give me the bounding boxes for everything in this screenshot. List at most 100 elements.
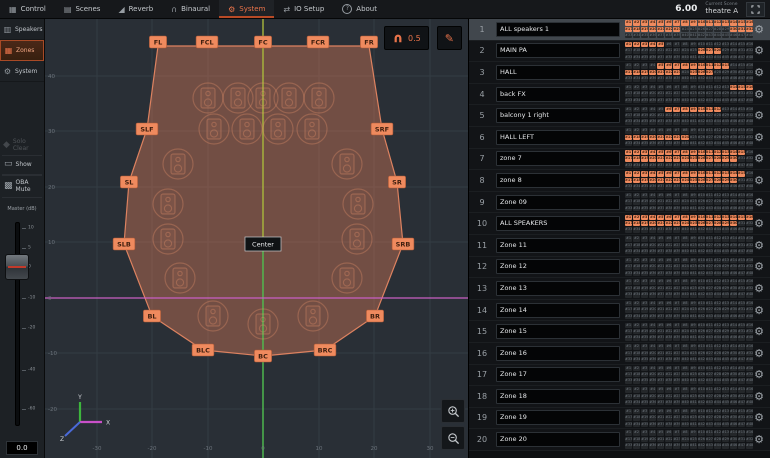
speaker-chip[interactable]: #20 <box>649 394 656 399</box>
speaker-chip[interactable]: #24 <box>681 156 688 161</box>
speaker-chip[interactable]: #17 <box>625 156 632 161</box>
speaker-chip[interactable]: #24 <box>681 199 688 204</box>
speaker-chip[interactable]: #9 <box>690 301 697 306</box>
speaker-chip[interactable]: #22 <box>665 437 672 442</box>
speaker-chip[interactable]: #31 <box>738 307 745 312</box>
speaker-chip[interactable]: #8 <box>681 236 688 241</box>
speaker-chip[interactable]: #2 <box>633 150 640 155</box>
speaker-map-canvas[interactable]: 403020100-10-20-30-20-100102030FLFCLFCFC… <box>45 19 468 458</box>
speaker-chip[interactable]: #20 <box>649 307 656 312</box>
speaker-label-bc[interactable]: BC <box>254 350 271 362</box>
speaker-chip[interactable]: #32 <box>746 372 753 377</box>
speaker-chip[interactable]: #45 <box>722 98 729 103</box>
speaker-chip[interactable]: #42 <box>698 141 705 146</box>
speaker-chip[interactable]: #30 <box>730 437 737 442</box>
speaker-chip[interactable]: #11 <box>706 215 713 220</box>
speaker-chip[interactable]: #33 <box>625 314 632 319</box>
speaker-chip[interactable]: #45 <box>722 443 729 448</box>
speaker-label-sr[interactable]: SR <box>388 176 405 188</box>
speaker-chip[interactable]: #1 <box>625 85 632 90</box>
speaker-chip[interactable]: #35 <box>641 141 648 146</box>
speaker-chip[interactable]: #15 <box>738 128 745 133</box>
speaker-chip[interactable]: #34 <box>633 163 640 168</box>
speaker-chip[interactable]: #9 <box>690 20 697 25</box>
speaker-chip[interactable]: #44 <box>714 335 721 340</box>
speaker-chip[interactable]: #28 <box>714 27 721 32</box>
speaker-chip[interactable]: #19 <box>641 372 648 377</box>
speaker-chip[interactable]: #31 <box>738 329 745 334</box>
speaker-chip[interactable]: #15 <box>738 323 745 328</box>
speaker-chip[interactable]: #24 <box>681 70 688 75</box>
speaker-chip[interactable]: #46 <box>730 443 737 448</box>
speaker-chip[interactable]: #30 <box>730 113 737 118</box>
speaker-chip[interactable]: #27 <box>706 437 713 442</box>
speaker-chip[interactable]: #45 <box>722 184 729 189</box>
speaker-chip[interactable]: #46 <box>730 227 737 232</box>
zone-name-input[interactable]: Zone 15 <box>496 324 620 339</box>
speaker-chip[interactable]: #29 <box>722 178 729 183</box>
zone-settings-gear[interactable]: ⚙ <box>754 348 764 359</box>
fullscreen-button[interactable] <box>746 2 765 17</box>
zone-row[interactable]: 20Zone 20#1#2#3#4#5#6#7#8#9#10#11#12#13#… <box>469 429 770 451</box>
speaker-chip[interactable]: #33 <box>625 119 632 124</box>
speaker-chip[interactable]: #11 <box>706 258 713 263</box>
speaker-chip[interactable]: #13 <box>722 430 729 435</box>
speaker-chip[interactable]: #28 <box>714 351 721 356</box>
speaker-chip[interactable]: #42 <box>698 163 705 168</box>
speaker-chip[interactable]: #14 <box>730 107 737 112</box>
speaker-chip[interactable]: #48 <box>746 119 753 124</box>
tab-reverb[interactable]: ◢Reverb <box>109 0 162 18</box>
speaker-chip[interactable]: #21 <box>657 307 664 312</box>
speaker-chip[interactable]: #36 <box>649 76 656 81</box>
speaker-chip[interactable]: #6 <box>665 85 672 90</box>
speaker-chip[interactable]: #36 <box>649 184 656 189</box>
speaker-chip[interactable]: #42 <box>698 378 705 383</box>
speaker-chip[interactable]: #3 <box>641 193 648 198</box>
speaker-chip[interactable]: #10 <box>698 366 705 371</box>
speaker-chip[interactable]: #38 <box>665 314 672 319</box>
speaker-chip[interactable]: #12 <box>714 301 721 306</box>
sidebar-item-system[interactable]: ⚙System <box>0 61 44 82</box>
speaker-chip[interactable]: #22 <box>665 243 672 248</box>
speaker-chip[interactable]: #47 <box>738 335 745 340</box>
speaker-chip[interactable]: #21 <box>657 135 664 140</box>
speaker-chip[interactable]: #5 <box>657 20 664 25</box>
speaker-chip[interactable]: #32 <box>746 48 753 53</box>
speaker-chip[interactable]: #20 <box>649 91 656 96</box>
speaker-chip[interactable]: #30 <box>730 135 737 140</box>
speaker-chip[interactable]: #48 <box>746 443 753 448</box>
speaker-chip[interactable]: #41 <box>690 163 697 168</box>
speaker-chip[interactable]: #31 <box>738 264 745 269</box>
speaker-chip[interactable]: #47 <box>738 378 745 383</box>
speaker-chip[interactable]: #39 <box>673 378 680 383</box>
speaker-chip[interactable]: #20 <box>649 27 656 32</box>
zone-name-input[interactable]: balcony 1 right <box>496 108 620 123</box>
speaker-chip[interactable]: #10 <box>698 128 705 133</box>
speaker-chip[interactable]: #34 <box>633 378 640 383</box>
speaker-chip[interactable]: #2 <box>633 366 640 371</box>
speaker-chip[interactable]: #32 <box>746 91 753 96</box>
speaker-chip[interactable]: #22 <box>665 372 672 377</box>
speaker-chip[interactable]: #35 <box>641 292 648 297</box>
speaker-chip[interactable]: #48 <box>746 76 753 81</box>
zone-name-input[interactable]: ALL speakers 1 <box>496 22 620 37</box>
speaker-chip[interactable]: #17 <box>625 221 632 226</box>
speaker-chip[interactable]: #36 <box>649 335 656 340</box>
speaker-chip[interactable]: #33 <box>625 335 632 340</box>
speaker-chip[interactable]: #40 <box>681 184 688 189</box>
speaker-chip[interactable]: #45 <box>722 33 729 38</box>
speaker-chip[interactable]: #40 <box>681 271 688 276</box>
speaker-chip[interactable]: #39 <box>673 184 680 189</box>
speaker-chip[interactable]: #29 <box>722 70 729 75</box>
speaker-chip[interactable]: #41 <box>690 206 697 211</box>
speaker-chip[interactable]: #30 <box>730 221 737 226</box>
speaker-chip[interactable]: #4 <box>649 344 656 349</box>
speaker-chip[interactable]: #6 <box>665 366 672 371</box>
speaker-chip[interactable]: #25 <box>690 135 697 140</box>
speaker-chip[interactable]: #19 <box>641 264 648 269</box>
speaker-chip[interactable]: #27 <box>706 91 713 96</box>
speaker-chip[interactable]: #41 <box>690 33 697 38</box>
speaker-chip[interactable]: #17 <box>625 264 632 269</box>
speaker-chip[interactable]: #21 <box>657 329 664 334</box>
speaker-chip[interactable]: #2 <box>633 42 640 47</box>
